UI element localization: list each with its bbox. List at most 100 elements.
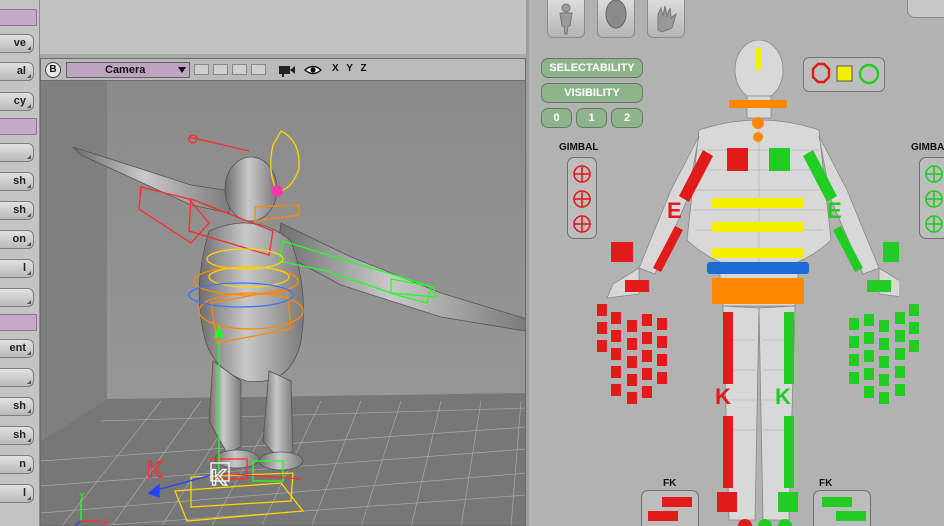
right-finger-controls[interactable] [847,300,923,410]
left-leg-ik-letter[interactable]: K [715,384,731,410]
shelf-button-5[interactable]: sh [0,172,34,191]
camera-select[interactable]: Camera [66,62,190,78]
fk-left-controls[interactable] [642,491,700,526]
corner-notch-icon [27,184,31,188]
head-control[interactable] [729,100,787,108]
shelf-button-label: sh [13,204,26,216]
right-arm-ik-letter[interactable]: E [827,198,842,224]
corner-notch-icon [27,271,31,275]
shelf-button-label: ent [9,342,27,354]
shelf-button-9[interactable] [0,288,34,307]
right-thigh-control[interactable] [784,312,794,384]
left-arm-ik-letter[interactable]: E [667,198,682,224]
neck-control-1[interactable] [752,117,764,129]
camera-viewport[interactable]: B Camera X Y Z K K Y X [40,58,526,526]
gimbal-left-label: GIMBAL [559,142,599,153]
shelf-button-label: sh [13,400,26,412]
viewport-slot-button[interactable] [251,64,266,75]
shelf-button-14[interactable]: n [0,455,34,474]
shelf-button-11[interactable] [0,368,34,387]
level-button-0[interactable]: 0 [541,108,572,128]
shelf-button-4[interactable] [0,143,34,162]
fk-right-label: FK [819,478,833,489]
corner-notch-icon [27,46,31,50]
neck-control-2[interactable] [753,132,763,142]
corner-notch-icon [27,155,31,159]
left-hand-control[interactable] [625,280,649,292]
shelf-section-header[interactable] [0,9,37,26]
shelf-button-6[interactable]: sh [0,201,34,220]
shelf-button-13[interactable]: sh [0,426,34,445]
corner-notch-icon [27,74,31,78]
hand-view-button[interactable] [647,0,685,38]
video-camera-icon[interactable] [278,62,296,78]
shelf-button-1[interactable]: ve [0,34,34,53]
fk-left-label: FK [663,478,677,489]
gizmo-x-label: X [103,517,109,526]
viewport-slot-button[interactable] [213,64,228,75]
waist-control[interactable] [707,262,809,274]
axis-toggle-labels[interactable]: X Y Z [332,63,367,74]
fk-right-controls[interactable] [814,491,872,526]
hand-icon [657,5,677,33]
corner-notch-icon [27,409,31,413]
body-picker-figure[interactable] [599,40,899,526]
hips-control[interactable] [712,278,804,304]
spine-control-3[interactable] [712,248,804,258]
top-panel-area [40,0,526,58]
right-shin-control[interactable] [784,416,794,488]
3d-scene[interactable]: K K Y X [41,81,526,526]
head-icon [605,0,627,29]
head-top-control[interactable] [756,48,761,70]
shelf-button-12[interactable]: sh [0,397,34,416]
fk-right-group [813,490,871,526]
left-foot-control[interactable] [717,492,737,512]
spine-control-2[interactable] [712,222,804,232]
left-wall [41,81,107,441]
left-wrist-fk-control[interactable] [611,242,633,262]
shelf-button-10[interactable]: ent [0,339,34,358]
right-leg-ik-letter[interactable]: K [775,384,791,410]
right-hand-control[interactable] [867,280,891,292]
gimbal-right-controls[interactable] [920,158,944,240]
right-foot-control[interactable] [778,492,798,512]
gimbal-left-group [567,157,597,239]
viewport-slot-button[interactable] [232,64,247,75]
eye-icon[interactable] [304,62,322,78]
viewport-slot-button[interactable] [194,64,209,75]
face-view-button[interactable] [597,0,635,38]
shelf-button-2[interactable]: al [0,62,34,81]
corner-notch-icon [27,438,31,442]
shelf-section-header[interactable] [0,314,37,331]
shelf-button-8[interactable]: l [0,259,34,278]
right-ik-label[interactable]: K [210,464,227,490]
spine-control-1[interactable] [712,198,804,208]
shelf-button-label: on [12,233,26,245]
left-shin-control[interactable] [723,416,733,488]
left-finger-controls[interactable] [595,300,669,410]
body-view-button[interactable] [547,0,585,38]
shelf-button-label: l [22,262,26,274]
left-thigh-control[interactable] [723,312,733,384]
shelf-button-3[interactable]: cy [0,92,34,111]
right-clavicle-control[interactable] [769,148,790,171]
gimbal-right-group [919,157,944,239]
shelf-button-15[interactable]: l [0,484,34,503]
panel-corner-button[interactable] [907,0,944,18]
corner-notch-icon [27,380,31,384]
gimbal-left-controls[interactable] [568,158,598,240]
corner-notch-icon [27,467,31,471]
shelf-button-7[interactable]: on [0,230,34,249]
viewport-toolbar: B Camera X Y Z [41,59,525,81]
right-wrist-fk-control[interactable] [883,242,899,262]
shelf-section-header[interactable] [0,118,37,135]
left-clavicle-control[interactable] [727,148,748,171]
left-ik-label[interactable]: K [146,456,163,482]
corner-notch-icon [27,242,31,246]
shelf-button-label: sh [13,429,26,441]
shelf-button-label: al [16,65,26,77]
fk-left-group [641,490,699,526]
shelf-button-label: n [19,458,26,470]
corner-notch-icon [27,351,31,355]
viewport-menu-badge[interactable]: B [45,62,61,78]
